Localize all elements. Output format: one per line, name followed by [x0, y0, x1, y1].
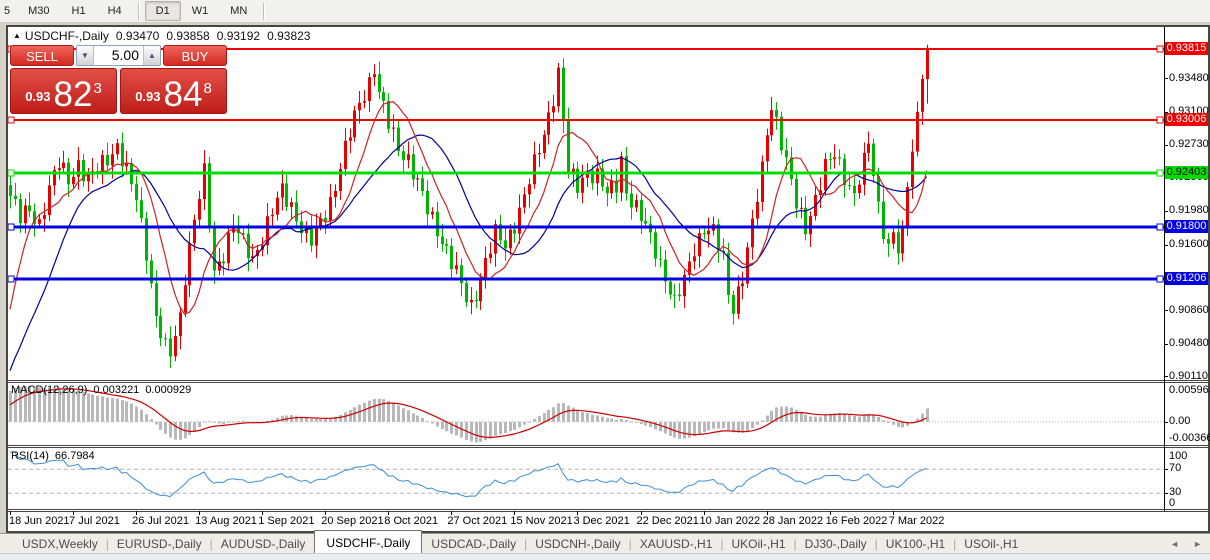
- price-axis-tick: 0.90480: [1169, 337, 1209, 349]
- rsi-axis-tick: 0: [1169, 497, 1209, 509]
- timeframe-button-mn[interactable]: MN: [219, 1, 258, 21]
- date-axis-tick: 3 Dec 2021: [573, 515, 629, 527]
- rsi-line: [10, 452, 927, 497]
- date-axis-tick: 10 Jan 2022: [700, 515, 761, 527]
- sell-price-display[interactable]: 0.93 823: [10, 68, 117, 114]
- tab-scroll-right-icon[interactable]: ►: [1193, 539, 1202, 549]
- volume-decrease-button[interactable]: ▼: [77, 46, 94, 65]
- price-badge-0.93815: 0.93815: [1165, 42, 1208, 55]
- rsi-value: 66.7984: [55, 450, 95, 462]
- toolbar-separator: [263, 3, 265, 20]
- date-axis-tick: 20 Sep 2021: [321, 515, 383, 527]
- hline-0.91800[interactable]: [8, 224, 1164, 230]
- date-axis-tick: 7 Mar 2022: [889, 515, 945, 527]
- ohlc-open: 0.93470: [116, 29, 159, 43]
- chart-title-symbol: USDCHF-,Daily: [25, 29, 109, 43]
- macd-label: MACD(12,26,9) 0.003221 0.000929: [11, 384, 197, 396]
- symbol-tab-usdcnh[interactable]: USDCNH-,Daily: [526, 534, 629, 554]
- sell-price-pip: 3: [93, 80, 101, 97]
- chart-window: ▲USDCHF-,Daily0.934700.938580.931920.938…: [6, 25, 1210, 533]
- chart-title: ▲ USDCHF-,Daily 0.93470 0.93858 0.93192 0.938…: [13, 29, 310, 43]
- price-badge-0.93006: 0.93006: [1165, 113, 1208, 126]
- date-axis-tick: 26 Jul 2021: [132, 515, 189, 527]
- tab-scrollers: ◄ ►: [1170, 539, 1202, 549]
- date-axis-tick: 7 Jul 2021: [69, 515, 120, 527]
- price-axis-tick: 0.92730: [1169, 138, 1209, 150]
- buy-button[interactable]: BUY: [163, 45, 227, 66]
- price-axis-tick: 0.93480: [1169, 72, 1209, 84]
- rsi-axis-tick: 100: [1169, 450, 1209, 462]
- symbol-tab-audusd[interactable]: AUDUSD-,Daily: [212, 534, 315, 554]
- date-axis-tick: 28 Jan 2022: [763, 515, 824, 527]
- symbol-tab-usdx[interactable]: USDX,Weekly: [13, 534, 107, 554]
- buy-price-display[interactable]: 0.93 848: [120, 68, 227, 114]
- date-axis-tick: 1 Sep 2021: [258, 515, 314, 527]
- price-badge-0.91800: 0.91800: [1165, 220, 1208, 233]
- sell-price-prefix: 0.93: [25, 89, 50, 104]
- macd-signal-value: 0.000929: [145, 384, 191, 396]
- timeframe-button-h4[interactable]: H4: [97, 1, 133, 21]
- symbol-tab-ukoil[interactable]: UKOil-,H1: [723, 534, 795, 554]
- volume-input[interactable]: 5.00: [94, 46, 143, 65]
- symbol-tab-uk100[interactable]: UK100-,H1: [877, 534, 954, 554]
- buy-price-prefix: 0.93: [135, 89, 160, 104]
- price-badge-0.92403: 0.92403: [1165, 166, 1208, 179]
- timeframe-button-m30[interactable]: M30: [17, 1, 60, 21]
- price-axis-tick: 0.90110: [1169, 370, 1209, 382]
- chart-tab-bar: USDX,Weekly|EURUSD-,Daily|AUDUSD-,DailyU…: [0, 533, 1210, 553]
- price-axis-tick: 0.91600: [1169, 238, 1209, 250]
- date-axis-tick: 18 Jun 2021: [9, 515, 70, 527]
- timeframe-toolbar: 5M30H1H4 D1W1MN: [0, 0, 1210, 23]
- chart-title-arrow-icon: ▲: [13, 31, 21, 40]
- date-axis-tick: 13 Aug 2021: [195, 515, 257, 527]
- ohlc-close: 0.93823: [267, 29, 310, 43]
- date-axis-tick: 8 Oct 2021: [384, 515, 438, 527]
- rsi-axis-tick: 70: [1169, 462, 1209, 474]
- timeframe-button-w1[interactable]: W1: [181, 1, 220, 21]
- ohlc-high: 0.93858: [166, 29, 209, 43]
- hline-0.91206[interactable]: [8, 276, 1164, 282]
- sell-button[interactable]: SELL: [10, 45, 74, 66]
- timeframe-button-d1[interactable]: D1: [145, 1, 181, 21]
- volume-stepper: ▼ 5.00 ▲: [76, 45, 161, 66]
- macd-name: MACD(12,26,9): [11, 384, 87, 396]
- date-axis-tick: 27 Oct 2021: [447, 515, 507, 527]
- price-axis-tick: 0.90860: [1169, 304, 1209, 316]
- date-axis-tick: 22 Dec 2021: [637, 515, 699, 527]
- volume-increase-button[interactable]: ▲: [143, 46, 160, 65]
- macd-axis-tick: 0.005963: [1169, 384, 1209, 396]
- symbol-tab-usdcad[interactable]: USDCAD-,Daily: [422, 534, 525, 554]
- ma-fast-line: [10, 102, 927, 314]
- rsi-label: RSI(14) 66.7984: [11, 450, 101, 462]
- macd-main-value: 0.003221: [93, 384, 139, 396]
- price-badge-0.91206: 0.91206: [1165, 272, 1208, 285]
- symbol-tab-eurusd[interactable]: EURUSD-,Daily: [108, 534, 211, 554]
- hline-0.93006[interactable]: [8, 117, 1164, 123]
- toolbar-separator: [138, 3, 140, 20]
- sell-price-digits: 82: [54, 79, 93, 110]
- symbol-tab-usdchf[interactable]: USDCHF-,Daily: [314, 530, 422, 554]
- symbol-tab-usoil[interactable]: USOil-,H1: [955, 534, 1027, 554]
- timeframe-button-5[interactable]: 5: [1, 1, 17, 21]
- macd-axis-tick: -0.003664: [1169, 432, 1209, 444]
- buy-price-pip: 8: [203, 80, 211, 97]
- rsi-name: RSI(14): [11, 450, 49, 462]
- price-axis-tick: 0.91980: [1169, 204, 1209, 216]
- macd-axis-tick: 0.00: [1169, 415, 1209, 427]
- macd-signal-line: [10, 389, 927, 438]
- ohlc-low: 0.93192: [217, 29, 260, 43]
- date-axis-tick: 15 Nov 2021: [510, 515, 572, 527]
- timeframe-button-h1[interactable]: H1: [61, 1, 97, 21]
- one-click-trading-panel: SELL ▼ 5.00 ▲ BUY 0.93 823 0.93 848: [10, 45, 227, 114]
- symbol-tab-xauusd[interactable]: XAUUSD-,H1: [631, 534, 722, 554]
- buy-price-digits: 84: [164, 79, 203, 110]
- date-axis-tick: 16 Feb 2022: [826, 515, 888, 527]
- symbol-tab-dj30[interactable]: DJ30-,Daily: [796, 534, 876, 554]
- tab-scroll-left-icon[interactable]: ◄: [1170, 539, 1179, 549]
